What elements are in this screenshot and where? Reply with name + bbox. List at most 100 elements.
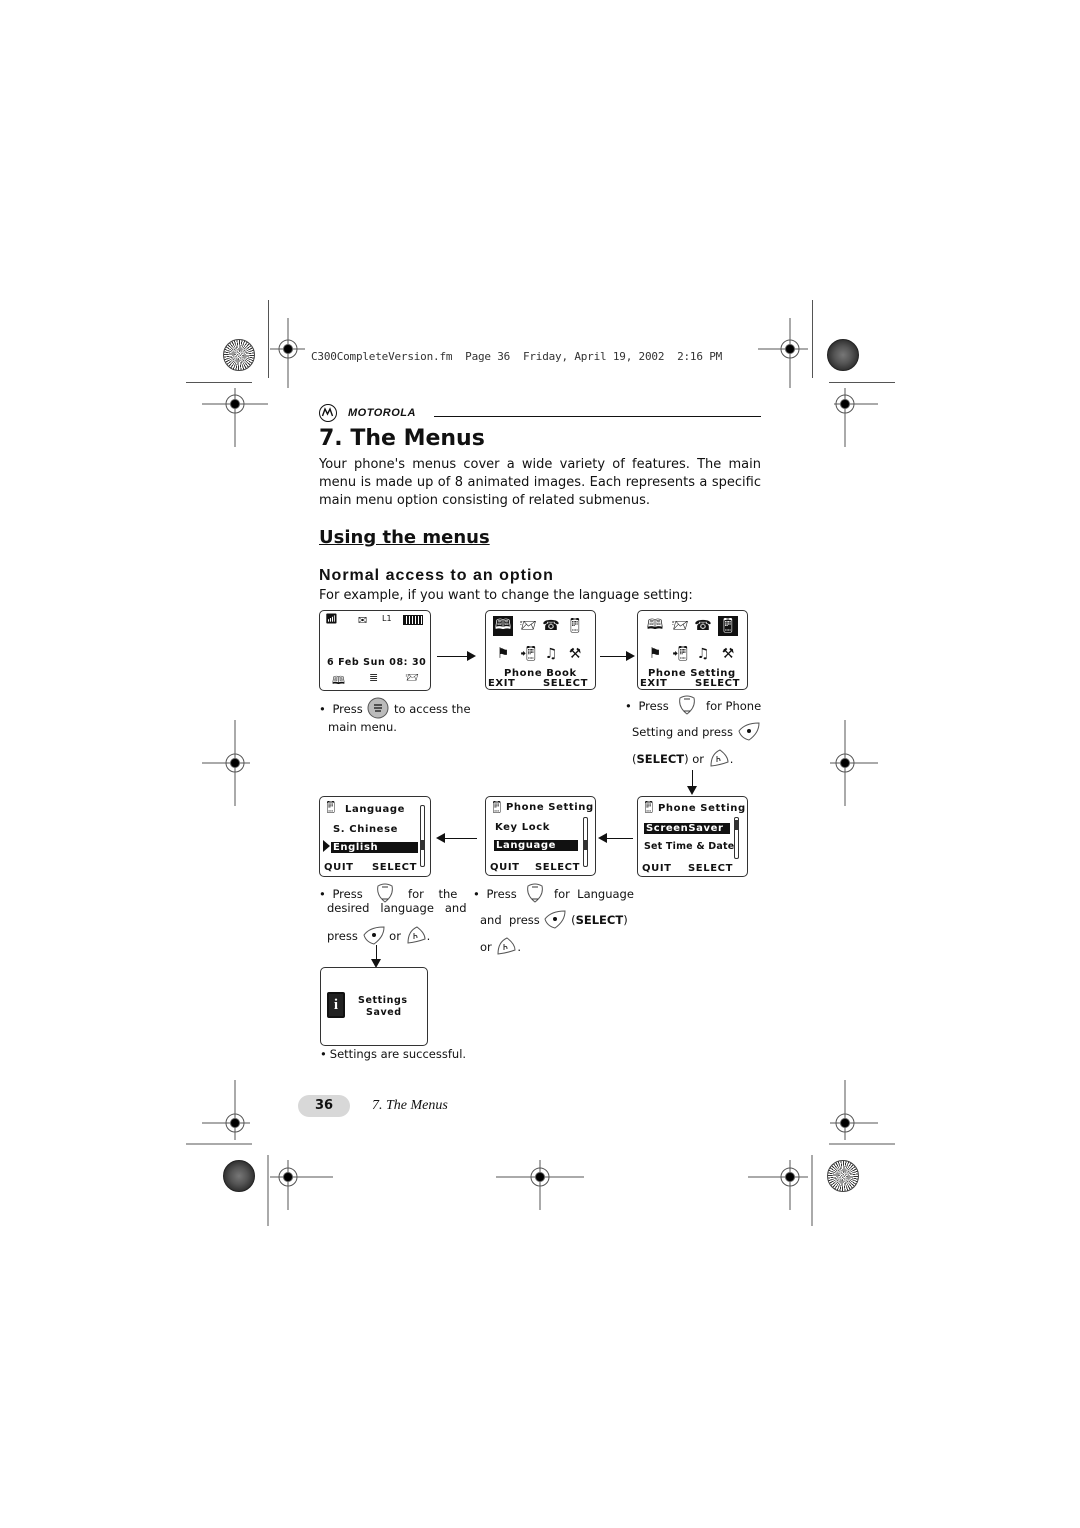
registration-targets xyxy=(186,318,895,1226)
caption-text: or xyxy=(692,752,705,766)
list-item-selected[interactable]: English xyxy=(331,842,418,853)
list-item-selected[interactable]: Language xyxy=(494,840,578,851)
right-softkey[interactable]: SELECT xyxy=(543,678,588,689)
caption-text: or xyxy=(389,929,401,943)
caption-text: Press xyxy=(332,887,363,901)
left-softkey[interactable]: EXIT xyxy=(640,678,667,689)
registration-rosette-icon xyxy=(223,1160,255,1192)
left-softkey[interactable]: QUIT xyxy=(324,862,354,873)
caption-bold: SELECT xyxy=(636,752,685,766)
registration-target-icon xyxy=(202,720,250,806)
right-softkey[interactable]: SELECT xyxy=(688,863,733,874)
step1-caption-line2: main menu. xyxy=(328,720,397,734)
step2-caption-line2: Setting and press xyxy=(632,721,761,744)
settings-saved-screen: i Settings Saved xyxy=(320,967,428,1046)
list-header: Language xyxy=(345,804,406,815)
page-number: 36 xyxy=(298,1095,350,1117)
scrollbar[interactable] xyxy=(583,817,588,867)
right-softkey[interactable]: SELECT xyxy=(372,862,417,873)
step1-caption: Press to access the xyxy=(319,697,471,722)
example-text: For example, if you want to change the l… xyxy=(319,588,693,603)
arrow-left-icon xyxy=(598,833,607,843)
phonebook-icon: 🕮︎ xyxy=(646,617,664,633)
arrow-right-icon xyxy=(467,651,476,661)
list-item[interactable]: Key Lock xyxy=(495,822,550,833)
registration-target-icon xyxy=(758,318,808,388)
phonebook-icon: 🕮︎ xyxy=(332,674,345,687)
pointer-icon xyxy=(323,840,330,852)
messages-icon: 📨︎ xyxy=(405,671,419,684)
motorola-logo-icon xyxy=(319,404,337,422)
left-softkey[interactable]: QUIT xyxy=(642,863,672,874)
envelope-icon: ✉ xyxy=(358,614,368,627)
caption-text: for the xyxy=(408,887,458,901)
registration-target-icon xyxy=(202,1080,250,1140)
registration-target-icon xyxy=(496,1160,584,1210)
registration-target-icon xyxy=(270,1160,333,1210)
brand-name: MOTOROLA xyxy=(348,407,416,419)
scrollbar[interactable] xyxy=(734,817,739,859)
right-softkey[interactable]: SELECT xyxy=(535,862,580,873)
caption-text: for Language xyxy=(554,887,634,901)
scroll-thumb[interactable] xyxy=(421,840,424,850)
info-icon: i xyxy=(327,992,345,1018)
arrow-left-icon xyxy=(436,833,445,843)
phone-setting-icon: 📱︎ xyxy=(641,800,657,814)
nav-key-icon xyxy=(678,695,696,718)
scroll-thumb[interactable] xyxy=(584,840,587,850)
registration-target-icon xyxy=(202,388,268,447)
ringtone-icon: ♫ xyxy=(544,646,558,662)
saved-line2: Saved xyxy=(366,1007,402,1018)
caption-text: or xyxy=(480,940,492,954)
subsection-title: Normal access to an option xyxy=(319,567,554,584)
call-log-icon: ☎ xyxy=(694,618,712,634)
step4-caption-line2: desired language and xyxy=(327,901,467,915)
list-header: Phone Setting xyxy=(506,802,594,813)
main-menu-setting-screen: 🕮︎ 📨︎ ☎ 📱︎ ⚑ 📲︎ ♫ ⚒ Phone Setting EXIT S… xyxy=(637,610,748,690)
step5-caption: Settings are successful. xyxy=(320,1048,466,1061)
language-screen: 📱︎ Language S. Chinese English QUIT SELE… xyxy=(319,796,431,877)
scroll-thumb[interactable] xyxy=(735,820,738,830)
caption-bold: SELECT xyxy=(575,913,624,927)
left-softkey[interactable]: QUIT xyxy=(490,862,520,873)
list-item-selected[interactable]: ScreenSaver xyxy=(644,823,730,834)
list-item[interactable]: S. Chinese xyxy=(333,824,398,835)
registration-target-icon xyxy=(830,720,878,806)
handset-icon: 📲︎ xyxy=(671,646,689,662)
brand-row: MOTOROLA xyxy=(319,404,761,424)
footer-chapter: 7. The Menus xyxy=(372,1098,448,1113)
signal-icon: 📶︎ xyxy=(325,614,338,625)
list-item[interactable]: Set Time & Date xyxy=(644,841,734,852)
registration-target-icon xyxy=(748,1160,808,1210)
phone-setting-icon: 📱︎ xyxy=(566,618,584,634)
registration-target-icon xyxy=(834,388,878,447)
list-header: Phone Setting xyxy=(658,803,746,814)
select-key-icon xyxy=(737,721,761,744)
main-menu-phonebook-screen: 🕮︎ 📨︎ ☎ 📱︎ ⚑ 📲︎ ♫ ⚒ Phone Book EXIT SELE… xyxy=(485,610,596,690)
flow-arrow xyxy=(445,838,477,839)
right-key-icon xyxy=(708,748,730,771)
phone-setting-icon: 📱︎ xyxy=(489,800,505,814)
menu-key-icon xyxy=(366,697,390,722)
arrow-down-icon xyxy=(687,786,697,795)
phone-setting-screen-top: 📱︎ Phone Setting ScreenSaver Set Time & … xyxy=(637,796,748,877)
tools-icon: ⚒ xyxy=(721,646,735,662)
nav-key-icon xyxy=(526,883,544,906)
caption-text: Setting and press xyxy=(632,725,733,739)
step3-caption: Press for Language xyxy=(473,883,634,906)
flow-arrow xyxy=(607,838,633,839)
registration-target-icon xyxy=(270,318,305,388)
right-softkey[interactable]: SELECT xyxy=(695,678,740,689)
caption-text: Press xyxy=(486,887,517,901)
caption-text: and press xyxy=(480,913,540,927)
flow-arrow xyxy=(437,656,467,657)
step2-caption-line3: (SELECT) or . xyxy=(632,748,733,771)
left-softkey[interactable]: EXIT xyxy=(488,678,515,689)
caption-text: Press xyxy=(638,699,669,713)
scrollbar[interactable] xyxy=(420,805,425,867)
step3-caption-line2: and press (SELECT) xyxy=(480,909,628,932)
flow-arrow xyxy=(692,770,693,786)
battery-icon xyxy=(403,615,423,625)
ringtone-icon: ♫ xyxy=(696,646,710,662)
saved-line1: Settings xyxy=(358,995,408,1006)
